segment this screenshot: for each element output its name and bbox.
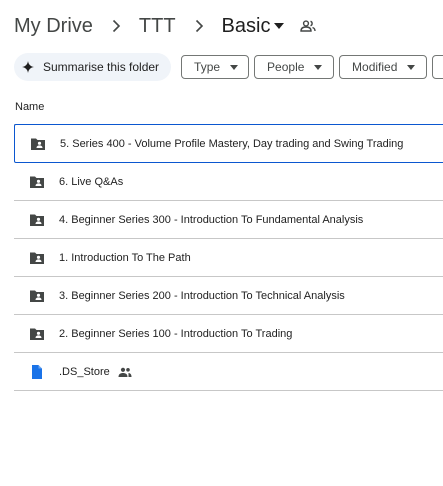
more-filters-chip[interactable]: [432, 55, 443, 79]
list-item[interactable]: 3. Beginner Series 200 - Introduction To…: [14, 277, 443, 315]
chevron-right-icon: [188, 19, 210, 33]
item-name: 1. Introduction To The Path: [59, 251, 191, 264]
item-name-text: .DS_Store: [59, 365, 110, 378]
shared-folder-icon: [30, 136, 46, 152]
item-name: 5. Series 400 - Volume Profile Mastery, …: [60, 137, 404, 150]
item-name: 2. Beginner Series 100 - Introduction To…: [59, 327, 293, 340]
item-name: 3. Beginner Series 200 - Introduction To…: [59, 289, 345, 302]
sparkle-icon: [22, 61, 34, 73]
chevron-right-icon: [105, 19, 127, 33]
list-item[interactable]: 5. Series 400 - Volume Profile Mastery, …: [14, 124, 443, 163]
shared-folder-icon: [29, 212, 45, 228]
item-name: .DS_Store: [59, 366, 132, 378]
list-item[interactable]: 6. Live Q&As: [14, 163, 443, 201]
people-filter-label: People: [267, 60, 305, 74]
list-item[interactable]: 4. Beginner Series 300 - Introduction To…: [14, 201, 443, 239]
breadcrumb-basic[interactable]: Basic: [222, 15, 271, 38]
shared-folder-icon: [29, 326, 45, 342]
caret-down-icon[interactable]: [274, 23, 285, 29]
people-filter-chip[interactable]: People: [254, 55, 335, 79]
type-filter-label: Type: [194, 60, 221, 74]
breadcrumb-my-drive[interactable]: My Drive: [14, 15, 93, 38]
shared-people-icon: [118, 367, 132, 377]
summarise-label: Summarise this folder: [43, 60, 160, 74]
summarise-folder-button[interactable]: Summarise this folder: [14, 53, 172, 81]
name-column-header[interactable]: Name: [15, 101, 44, 113]
shared-folder-icon: [29, 250, 45, 266]
item-name: 6. Live Q&As: [59, 175, 124, 188]
caret-down-icon: [407, 64, 416, 70]
shared-folder-icon: [29, 288, 45, 304]
modified-filter-chip[interactable]: Modified: [339, 55, 428, 79]
filter-toolbar: Summarise this folder Type People Modifi…: [14, 53, 443, 81]
breadcrumb: My Drive TTT Basic: [14, 12, 317, 40]
file-list: 5. Series 400 - Volume Profile Mastery, …: [14, 124, 443, 391]
item-name: 4. Beginner Series 300 - Introduction To…: [59, 213, 364, 226]
list-item[interactable]: 1. Introduction To The Path: [14, 239, 443, 277]
type-filter-chip[interactable]: Type: [181, 55, 250, 79]
list-item[interactable]: .DS_Store: [14, 353, 443, 391]
modified-filter-label: Modified: [352, 60, 398, 74]
list-item[interactable]: 2. Beginner Series 100 - Introduction To…: [14, 315, 443, 353]
caret-down-icon: [314, 64, 323, 70]
breadcrumb-ttt[interactable]: TTT: [139, 15, 176, 38]
shared-people-icon[interactable]: [300, 20, 317, 32]
caret-down-icon: [230, 64, 239, 70]
file-icon: [29, 364, 45, 380]
shared-folder-icon: [29, 174, 45, 190]
